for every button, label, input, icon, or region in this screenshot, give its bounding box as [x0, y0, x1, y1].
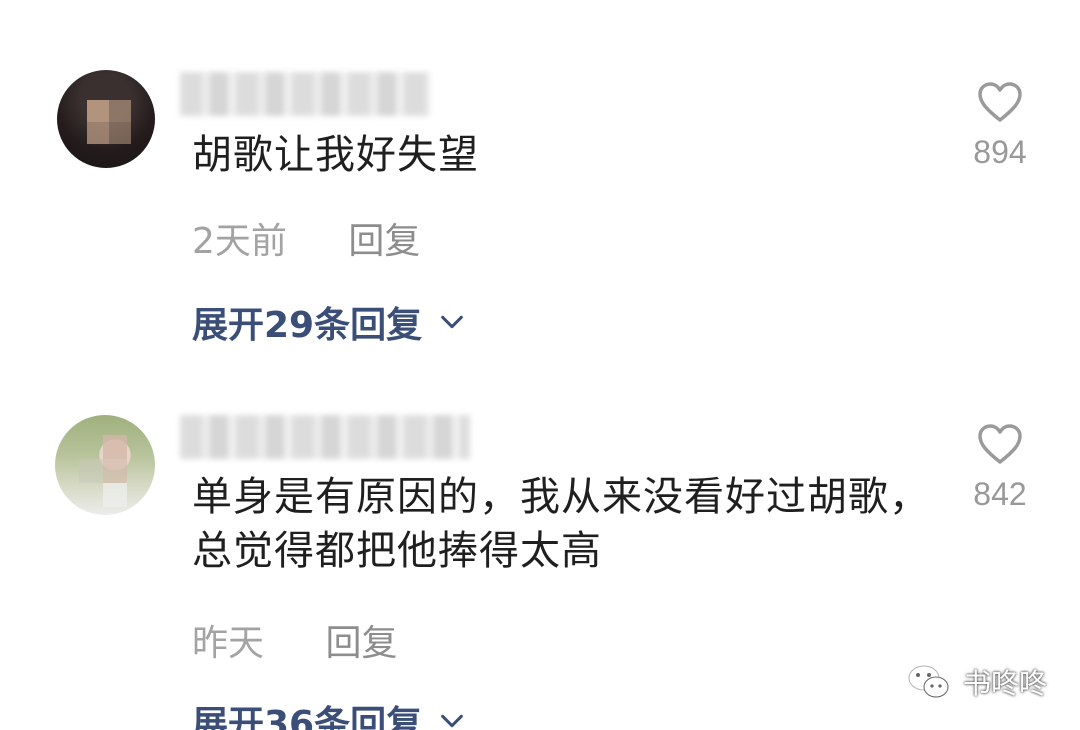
avatar-mosaic [87, 122, 109, 144]
heart-outline-icon [978, 82, 1022, 122]
expand-replies-button[interactable]: 展开36条回复 [192, 695, 466, 730]
comment-meta: 昨天 回复 [192, 614, 397, 666]
watermark-label: 书咚咚 [963, 667, 1048, 700]
avatar-mosaic [79, 459, 103, 483]
username-blurred[interactable] [180, 415, 470, 459]
comment-meta: 2天前 回复 [192, 212, 420, 264]
avatar-mosaic [109, 122, 131, 144]
comment-text: 单身是有原因的，我从来没看好过胡歌，总觉得都把他捧得太高 [192, 474, 930, 574]
avatar-mosaic [87, 100, 109, 122]
expand-replies-label: 展开29条回复 [192, 305, 423, 346]
expand-replies-label: 展开36条回复 [192, 704, 423, 730]
username-blurred[interactable] [180, 72, 430, 116]
watermark: 书咚咚 [905, 662, 1047, 702]
avatar-mosaic [103, 435, 127, 459]
comment-time: 2天前 [192, 221, 287, 262]
comment-time: 昨天 [192, 623, 265, 664]
like-count: 842 [973, 476, 1027, 512]
reply-button[interactable]: 回复 [348, 221, 420, 262]
heart-outline-icon [978, 424, 1022, 464]
avatar-mosaic [103, 459, 127, 483]
avatar[interactable] [55, 415, 155, 515]
like-button[interactable]: 842 [965, 422, 1035, 513]
wechat-icon [907, 664, 949, 698]
comment-list: 胡歌让我好失望 2天前 回复 展开29条回复 894 单身是有原因的，我从来没看… [0, 0, 1080, 730]
avatar-mosaic [103, 483, 127, 507]
reply-button[interactable]: 回复 [325, 623, 397, 664]
comment-text: 胡歌让我好失望 [192, 132, 479, 178]
like-button[interactable]: 894 [965, 80, 1035, 171]
like-count: 894 [973, 134, 1027, 170]
expand-replies-button[interactable]: 展开29条回复 [192, 296, 466, 348]
chevron-down-icon [441, 714, 463, 728]
avatar[interactable] [57, 70, 155, 168]
comment-item: 胡歌让我好失望 2天前 回复 展开29条回复 894 [0, 0, 1080, 380]
chevron-down-icon [441, 315, 463, 329]
avatar-mosaic [109, 100, 131, 122]
